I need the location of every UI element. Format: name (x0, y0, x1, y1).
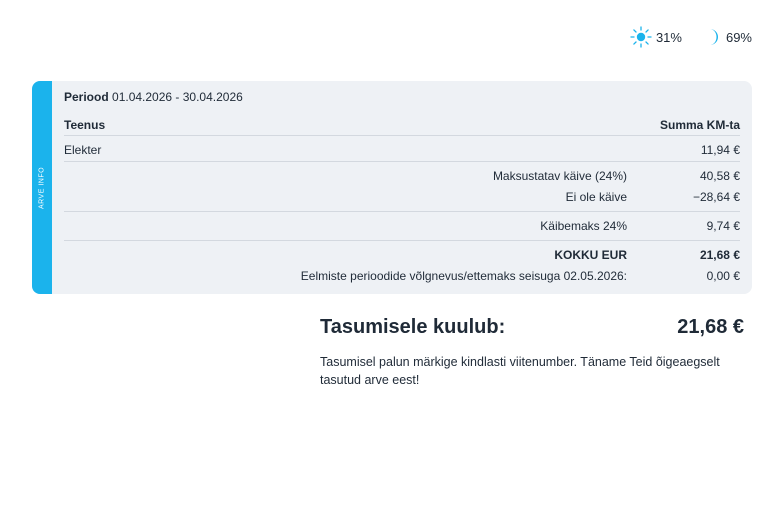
total-amount: 21,68 € (699, 248, 740, 262)
vat-label: Käibemaks 24% (540, 219, 627, 233)
divider (64, 135, 740, 136)
payment-title: Tasumisele kuulub: (320, 316, 506, 338)
service-name: Elekter (64, 143, 102, 157)
previous-balance-label: Eelmiste perioodide võlgnevus/ettemaks s… (300, 269, 627, 283)
taxable-turnover-label: Maksustatav käive (24%) (492, 169, 627, 183)
total-label: KOKKU EUR (554, 248, 627, 262)
period: Periood 01.04.2026 - 30.04.2026 (64, 90, 243, 104)
divider (64, 240, 740, 241)
day-share: 31% (630, 26, 682, 48)
night-share: 69% (704, 27, 752, 47)
sun-icon (630, 26, 652, 48)
vat-amount: 9,74 € (706, 219, 740, 233)
taxable-turnover-amount: 40,58 € (699, 169, 740, 183)
consumption-indicators: 31% 69% (630, 26, 752, 48)
period-label: Periood (64, 90, 109, 104)
non-turnover-label: Ei ole käive (565, 190, 627, 204)
night-share-value: 69% (725, 29, 752, 45)
divider (64, 211, 740, 212)
period-value: 01.04.2026 - 30.04.2026 (112, 90, 243, 104)
invoice-info-card: ARVE INFO Periood 01.04.2026 - 30.04.202… (32, 81, 752, 294)
invoice-info-tab-label: ARVE INFO (38, 166, 46, 209)
payment-note: Tasumisel palun märkige kindlasti viiten… (320, 355, 720, 387)
divider (64, 161, 740, 162)
day-share-value: 31% (655, 29, 682, 45)
non-turnover-amount: −28,64 € (692, 190, 740, 204)
service-column-header: Teenus (64, 118, 106, 132)
payment-amount: 21,68 € (677, 316, 744, 338)
previous-balance-amount: 0,00 € (706, 269, 740, 283)
invoice-info-tab: ARVE INFO (32, 81, 52, 294)
sum-column-header: Summa KM-ta (659, 118, 740, 132)
moon-icon (709, 29, 718, 45)
service-amount: 11,94 € (700, 143, 740, 157)
